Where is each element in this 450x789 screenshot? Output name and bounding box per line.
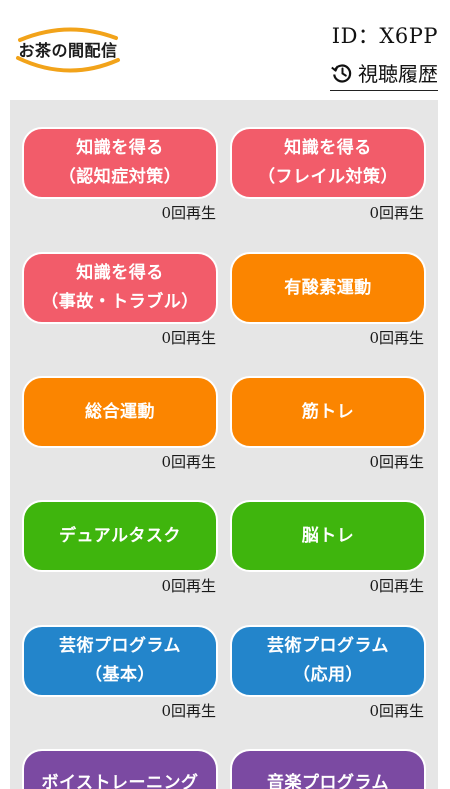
play-count: 0回再生 xyxy=(161,204,216,222)
play-count: 0回再生 xyxy=(369,329,424,347)
program-button[interactable]: 知識を得る （認知症対策） xyxy=(22,127,218,199)
program-subtitle: （認知症対策） xyxy=(58,167,182,187)
program-button[interactable]: デュアルタスク xyxy=(22,500,218,572)
play-count: 0回再生 xyxy=(369,702,424,720)
program-card: 知識を得る （フレイル対策） 0回再生 xyxy=(230,127,426,223)
program-title: 知識を得る xyxy=(284,138,372,158)
program-subtitle: （事故・トラブル） xyxy=(41,292,199,312)
program-title: 筋トレ xyxy=(301,401,355,422)
program-card: デュアルタスク 0回再生 xyxy=(22,500,218,596)
play-count: 0回再生 xyxy=(161,453,216,471)
program-title: 有酸素運動 xyxy=(284,277,372,298)
history-label: 視聴履歴 xyxy=(358,62,438,86)
program-card: 総合運動 0回再生 xyxy=(22,376,218,472)
program-card: 芸術プログラム （基本） 0回再生 xyxy=(22,625,218,721)
program-button[interactable]: 脳トレ xyxy=(230,500,426,572)
program-title: 芸術プログラム xyxy=(267,636,389,656)
program-button[interactable]: 有酸素運動 xyxy=(230,252,426,324)
program-subtitle: （応用） xyxy=(293,665,363,685)
program-subtitle: （基本） xyxy=(85,665,155,685)
play-count: 0回再生 xyxy=(369,453,424,471)
program-button[interactable]: ボイストレーニング xyxy=(22,749,218,789)
program-title: 総合運動 xyxy=(85,401,155,422)
program-card: 音楽プログラム xyxy=(230,749,426,789)
play-count: 0回再生 xyxy=(161,329,216,347)
app-logo[interactable]: お茶の間配信 xyxy=(14,22,122,76)
program-title: 知識を得る xyxy=(76,138,164,158)
program-card: ボイストレーニング xyxy=(22,749,218,789)
program-button[interactable]: 芸術プログラム （基本） xyxy=(22,625,218,697)
program-title: 脳トレ xyxy=(301,525,355,546)
program-card: 脳トレ 0回再生 xyxy=(230,500,426,596)
program-card: 知識を得る （事故・トラブル） 0回再生 xyxy=(22,252,218,348)
program-button[interactable]: 芸術プログラム （応用） xyxy=(230,625,426,697)
program-title: ボイストレーニング xyxy=(41,773,199,789)
play-count: 0回再生 xyxy=(161,702,216,720)
program-title: 音楽プログラム xyxy=(267,773,389,789)
program-title: 芸術プログラム xyxy=(59,636,181,656)
user-id: ID：X6PP xyxy=(331,24,438,48)
program-card: 筋トレ 0回再生 xyxy=(230,376,426,472)
app-header: お茶の間配信 ID：X6PP 視聴履歴 xyxy=(0,0,450,100)
program-button[interactable]: 総合運動 xyxy=(22,376,218,448)
play-count: 0回再生 xyxy=(369,204,424,222)
scrollbar-track[interactable] xyxy=(440,0,450,789)
history-link[interactable]: 視聴履歴 xyxy=(330,58,438,91)
program-grid: 知識を得る （認知症対策） 0回再生 知識を得る （フレイル対策） 0回再生 知… xyxy=(10,100,438,789)
program-button[interactable]: 筋トレ xyxy=(230,376,426,448)
play-count: 0回再生 xyxy=(161,577,216,595)
program-button[interactable]: 知識を得る （フレイル対策） xyxy=(230,127,426,199)
logo-text: お茶の間配信 xyxy=(18,41,118,60)
program-button[interactable]: 音楽プログラム xyxy=(230,749,426,789)
program-card: 知識を得る （認知症対策） 0回再生 xyxy=(22,127,218,223)
program-title: 知識を得る xyxy=(76,263,164,283)
program-card: 有酸素運動 0回再生 xyxy=(230,252,426,348)
program-card: 芸術プログラム （応用） 0回再生 xyxy=(230,625,426,721)
program-subtitle: （フレイル対策） xyxy=(258,167,398,187)
play-count: 0回再生 xyxy=(369,577,424,595)
history-icon xyxy=(331,63,352,83)
program-title: デュアルタスク xyxy=(59,525,181,546)
program-button[interactable]: 知識を得る （事故・トラブル） xyxy=(22,252,218,324)
